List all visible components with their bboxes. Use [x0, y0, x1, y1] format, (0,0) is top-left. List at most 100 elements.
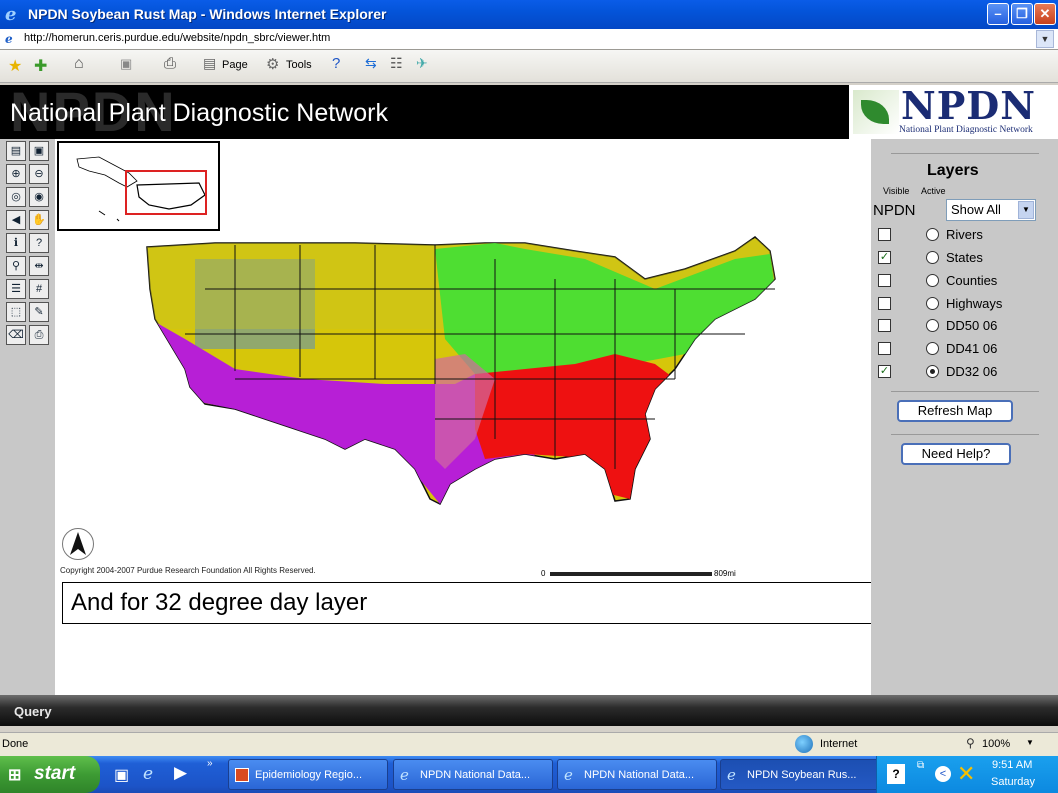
taskbar-item-label: NPDN Soybean Rus... [747, 769, 857, 781]
zoom-full-icon[interactable]: ◎ [6, 187, 26, 207]
active-radio-rivers[interactable] [926, 228, 939, 241]
legend-icon[interactable]: ▣ [29, 141, 49, 161]
zoom-icon[interactable]: ⚲ [966, 736, 975, 750]
grid-icon[interactable]: # [29, 279, 49, 299]
taskbar-item[interactable]: e NPDN National Data... [393, 759, 553, 790]
gear-icon: ⚙ [266, 56, 280, 73]
active-radio-dd41[interactable] [926, 342, 939, 355]
print-map-icon[interactable]: ⎙ [29, 325, 49, 345]
active-column-label: Active [921, 186, 946, 196]
ie-icon: e [400, 766, 409, 784]
visible-checkbox-highways[interactable] [878, 297, 891, 310]
taskbar-item-active[interactable]: e NPDN Soybean Rus... [720, 759, 880, 790]
layer-label-dd32: DD32 06 [946, 364, 998, 379]
zoom-active-icon[interactable]: ◉ [29, 187, 49, 207]
clear-icon[interactable]: ⌫ [6, 325, 26, 345]
chevron-down-icon[interactable]: ▼ [1036, 30, 1054, 48]
overview-map[interactable] [57, 141, 220, 231]
research-icon[interactable]: ⇆ [365, 55, 377, 72]
start-button[interactable]: ⊞ start [0, 756, 100, 793]
clock-day: Saturday [991, 776, 1036, 788]
dd32-layer [147, 239, 775, 504]
network-icon[interactable]: ⧉ [917, 760, 924, 771]
blog-icon[interactable]: ✈ [416, 55, 428, 72]
page-icon: ▤ [203, 55, 217, 71]
select-rect-icon[interactable]: ☰ [6, 279, 26, 299]
select-shape-icon[interactable]: ⬚ [6, 302, 26, 322]
site-title: National Plant Diagnostic Network [10, 99, 388, 127]
layer-group-select[interactable]: Show All ▼ [946, 199, 1036, 221]
taskbar-item[interactable]: Epidemiology Regio... [228, 759, 388, 790]
show-desktop-icon[interactable]: ▣ [114, 765, 129, 785]
overview-extent-box[interactable] [125, 170, 207, 215]
active-radio-highways[interactable] [926, 297, 939, 310]
ie-icon: e [727, 766, 736, 784]
need-help-button[interactable]: Need Help? [901, 443, 1011, 465]
taskbar-item-label: NPDN National Data... [584, 769, 695, 781]
media-player-icon[interactable]: ▶ [174, 763, 187, 783]
identify-icon[interactable]: ℹ [6, 233, 26, 253]
home-icon[interactable]: ⌂ [74, 55, 84, 73]
title-bar: e NPDN Soybean Rust Map - Windows Intern… [0, 0, 1058, 29]
maximize-button[interactable]: ❐ [1011, 3, 1033, 25]
north-arrow-icon [62, 528, 94, 560]
toc-icon[interactable]: ▤ [6, 141, 26, 161]
query-icon[interactable]: ? [29, 233, 49, 253]
visible-checkbox-dd32[interactable]: ✓ [878, 365, 891, 378]
zoom-in-icon[interactable]: ⊕ [6, 164, 26, 184]
layer-label-states: States [946, 250, 983, 265]
address-bar[interactable]: e http://homerun.ceris.purdue.edu/websit… [0, 29, 1058, 50]
select-value: Show All [951, 202, 1001, 217]
close-button[interactable]: ✕ [1034, 3, 1056, 25]
minimize-button[interactable]: – [987, 3, 1009, 25]
scale-start: 0 [541, 569, 546, 578]
visible-checkbox-counties[interactable] [878, 274, 891, 287]
back-icon[interactable]: ◀ [6, 210, 26, 230]
messenger-icon[interactable]: ☷ [390, 55, 403, 72]
taskbar-item-label: Epidemiology Regio... [255, 769, 363, 781]
active-radio-states[interactable] [926, 251, 939, 264]
status-text: Done [2, 738, 29, 750]
clock-time[interactable]: 9:51 AM [992, 759, 1032, 771]
page-icon: e [5, 32, 13, 46]
url-field[interactable]: http://homerun.ceris.purdue.edu/website/… [24, 32, 330, 44]
layer-label-dd41: DD41 06 [946, 341, 998, 356]
layer-group-label: NPDN [873, 202, 916, 219]
ie-quicklaunch-icon[interactable]: e [143, 764, 153, 784]
visible-checkbox-dd41[interactable] [878, 342, 891, 355]
query-bar[interactable]: Query [0, 695, 1058, 726]
zoom-out-icon[interactable]: ⊖ [29, 164, 49, 184]
active-radio-dd32[interactable] [926, 365, 939, 378]
zoom-level[interactable]: 100% [982, 738, 1010, 750]
add-favorite-icon[interactable]: ✚ [34, 56, 47, 76]
feeds-icon[interactable]: ▣ [120, 56, 132, 72]
favorites-star-icon[interactable]: ★ [8, 56, 22, 76]
help-icon[interactable]: ? [887, 764, 905, 784]
quicklaunch-more-icon[interactable]: » [207, 758, 213, 769]
scale-end: 809mi [714, 569, 736, 578]
print-icon[interactable]: ⎙ [164, 55, 176, 72]
visible-checkbox-states[interactable]: ✓ [878, 251, 891, 264]
active-radio-counties[interactable] [926, 274, 939, 287]
buffer-icon[interactable]: ✎ [29, 302, 49, 322]
taskbar-item[interactable]: e NPDN National Data... [557, 759, 717, 790]
refresh-map-button[interactable]: Refresh Map [897, 400, 1013, 422]
chevron-down-icon[interactable]: ▼ [1026, 738, 1034, 747]
layers-title: Layers [927, 162, 979, 179]
visible-checkbox-dd50[interactable] [878, 319, 891, 332]
layer-label-highways: Highways [946, 296, 1003, 311]
page-menu[interactable]: Page [222, 59, 248, 71]
chevron-left-icon[interactable]: < [935, 766, 951, 782]
pan-icon[interactable]: ✋ [29, 210, 49, 230]
chevron-down-icon[interactable]: ▼ [1018, 201, 1034, 219]
tools-menu[interactable]: Tools [286, 59, 312, 71]
help-icon[interactable]: ? [332, 55, 340, 72]
visible-column-label: Visible [883, 186, 910, 196]
query-label: Query [14, 704, 52, 719]
active-radio-dd50[interactable] [926, 319, 939, 332]
visible-checkbox-rivers[interactable] [878, 228, 891, 241]
measure-icon[interactable]: ⇹ [29, 256, 49, 276]
find-icon[interactable]: ⚲ [6, 256, 26, 276]
logo-text: NPDN [901, 83, 1036, 128]
tray-app-icon[interactable]: ✕ [957, 761, 975, 787]
